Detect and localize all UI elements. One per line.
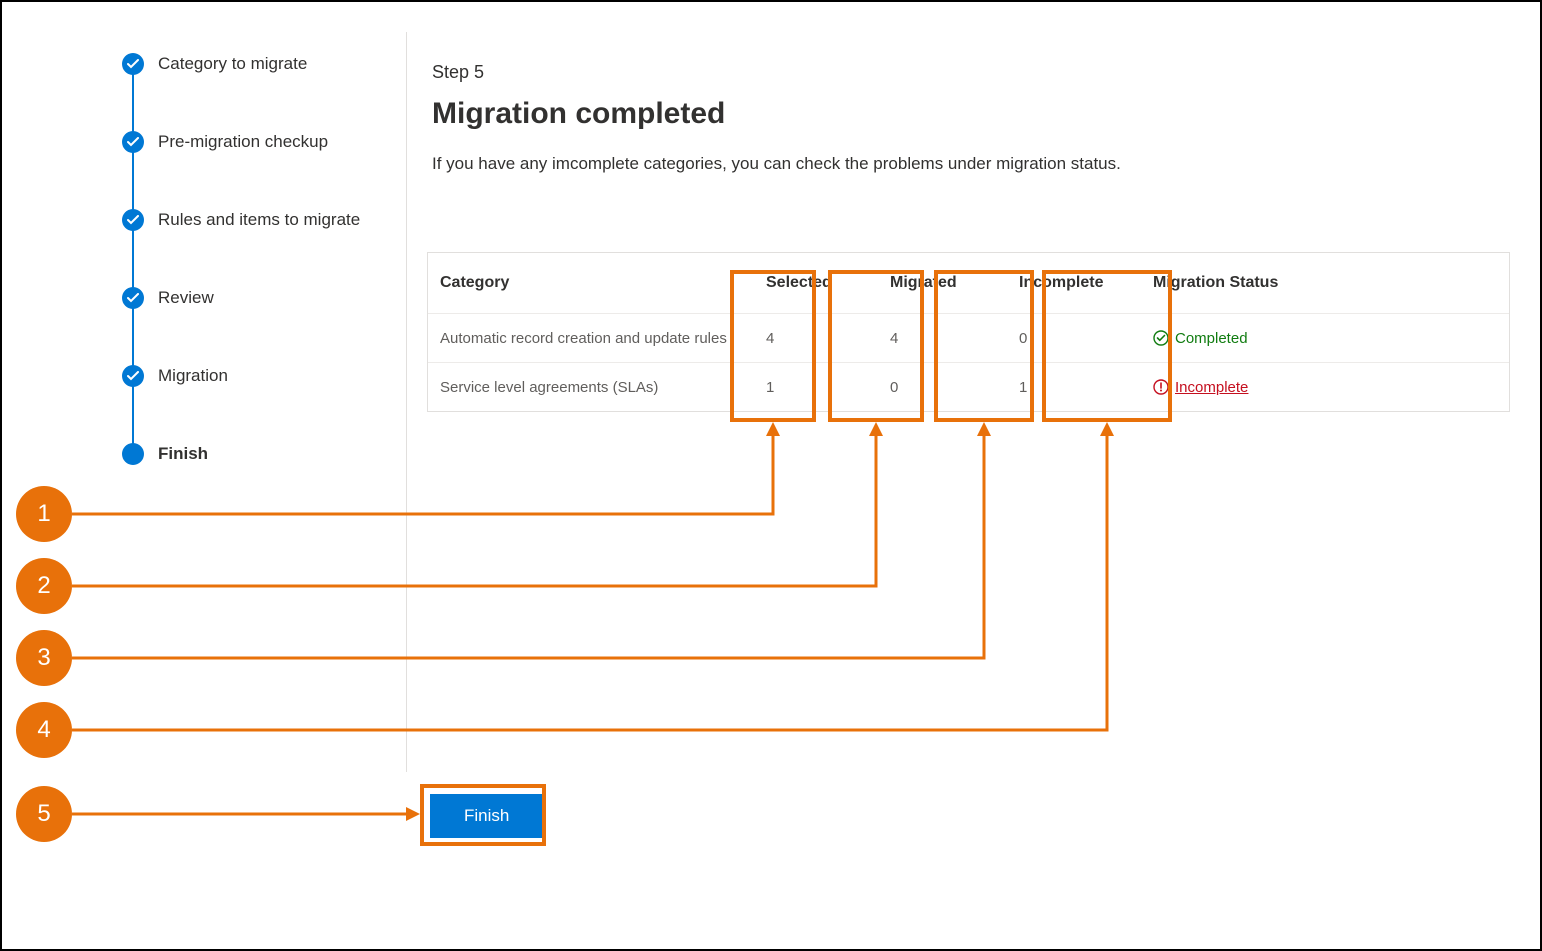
table-row: Service level agreements (SLAs) 1 0 1 In…	[428, 363, 1509, 411]
step-kicker: Step 5	[432, 62, 1510, 83]
step-label: Migration	[158, 366, 228, 386]
cell-migrated: 0	[878, 363, 1007, 411]
finish-button[interactable]: Finish	[430, 794, 543, 838]
step-migration[interactable]: Migration	[122, 364, 412, 388]
check-icon	[122, 53, 144, 75]
status-text: Incomplete	[1175, 379, 1248, 396]
step-label: Category to migrate	[158, 54, 307, 74]
page-title: Migration completed	[432, 97, 1510, 131]
check-icon	[122, 131, 144, 153]
col-header-status: Migration Status	[1141, 253, 1301, 313]
annotation-number-2: 2	[16, 558, 72, 614]
cell-category: Automatic record creation and update rul…	[428, 314, 754, 362]
annotation-number-5: 5	[16, 786, 72, 842]
step-category-to-migrate[interactable]: Category to migrate	[122, 52, 412, 76]
table-row: Automatic record creation and update rul…	[428, 314, 1509, 363]
col-header-selected: Selected	[754, 253, 878, 313]
migration-results-table: Category Selected Migrated Incomplete Mi…	[427, 252, 1510, 412]
step-finish[interactable]: Finish	[122, 442, 412, 466]
check-icon	[122, 209, 144, 231]
check-circle-icon	[1153, 330, 1169, 346]
wizard-stepper: Category to migrate Pre-migration checku…	[122, 52, 412, 466]
col-header-migrated: Migrated	[878, 253, 1007, 313]
step-label: Pre-migration checkup	[158, 132, 328, 152]
cell-status: Completed	[1141, 314, 1301, 362]
cell-category: Service level agreements (SLAs)	[428, 363, 754, 411]
main-panel: Step 5 Migration completed If you have a…	[432, 62, 1510, 194]
table-header-row: Category Selected Migrated Incomplete Mi…	[428, 253, 1509, 314]
current-step-icon	[122, 443, 144, 465]
cell-incomplete: 0	[1007, 314, 1141, 362]
cell-selected: 1	[754, 363, 878, 411]
annotation-number-3: 3	[16, 630, 72, 686]
step-label: Review	[158, 288, 214, 308]
step-rules-and-items[interactable]: Rules and items to migrate	[122, 208, 412, 232]
step-pre-migration-checkup[interactable]: Pre-migration checkup	[122, 130, 412, 154]
col-header-incomplete: Incomplete	[1007, 253, 1141, 313]
col-header-category: Category	[428, 253, 754, 313]
page-description: If you have any imcomplete categories, y…	[432, 151, 1152, 177]
check-icon	[122, 287, 144, 309]
status-text: Completed	[1175, 330, 1248, 347]
cell-status: Incomplete	[1141, 363, 1301, 411]
step-review[interactable]: Review	[122, 286, 412, 310]
step-label: Rules and items to migrate	[158, 210, 360, 230]
step-label: Finish	[158, 444, 208, 464]
annotation-number-1: 1	[16, 486, 72, 542]
error-circle-icon	[1153, 379, 1169, 395]
status-completed: Completed	[1153, 330, 1248, 347]
check-icon	[122, 365, 144, 387]
cell-incomplete: 1	[1007, 363, 1141, 411]
status-incomplete-link[interactable]: Incomplete	[1153, 379, 1248, 396]
cell-migrated: 4	[878, 314, 1007, 362]
cell-selected: 4	[754, 314, 878, 362]
annotation-number-4: 4	[16, 702, 72, 758]
vertical-divider	[406, 32, 407, 772]
